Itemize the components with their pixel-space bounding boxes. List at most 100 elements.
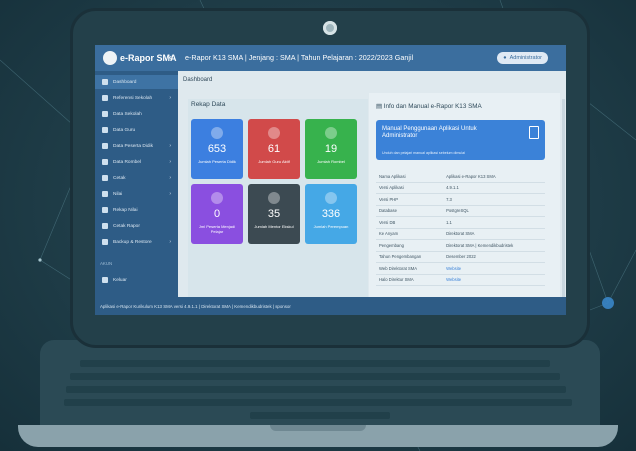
keyboard-row (70, 373, 560, 380)
document-icon (529, 126, 539, 139)
sidebar-item-guru[interactable]: Data Guru (95, 123, 178, 137)
footer-text: Aplikasi e-Rapor Kurikulum K13 SMA versi… (100, 303, 291, 309)
sidebar-item-sekolah[interactable]: Data Sekolah (95, 107, 178, 121)
sidebar-item-label: Data Rombel (113, 159, 141, 165)
laptop-screen: e-Rapor SMA ‹ e-Rapor K13 SMA | Jenjang … (95, 45, 566, 315)
tut-wuri-logo-icon (103, 51, 117, 65)
chevron-right-icon: › (169, 95, 171, 101)
sidebar-item-backup[interactable]: Backup & Restore › (95, 235, 178, 249)
chevron-left-icon[interactable]: ‹ (169, 52, 172, 62)
app-title: e-Rapor K13 SMA | Jenjang : SMA | Tahun … (185, 53, 414, 62)
table-icon (325, 127, 337, 139)
table-icon (102, 159, 108, 165)
sidebar-item-cetak-rapor[interactable]: Cetak Rapor (95, 219, 178, 233)
sidebar-item-label: Cetak (113, 175, 126, 181)
stat-value: 61 (267, 143, 281, 155)
chevron-right-icon: › (169, 159, 171, 165)
logout-icon (102, 277, 108, 283)
app-info-table: Nama Aplikasi Aplikasi e-Rapor K13 SMA Ve… (376, 171, 545, 286)
print-icon (102, 223, 108, 229)
webcam (323, 21, 337, 35)
user-label: Administrator (509, 55, 542, 61)
user-icon (102, 143, 108, 149)
stat-label: Jumlah Perempuan (313, 224, 349, 229)
row-key: Pengembang (376, 239, 444, 252)
website-link[interactable]: Website (443, 274, 545, 286)
sidebar-item-label: Rekap Nilai (113, 207, 138, 213)
sidebar-item-label: Data Peserta Didik (113, 143, 153, 149)
user-icon (211, 192, 223, 204)
sidebar-item-rombel[interactable]: Data Rombel › (95, 155, 178, 169)
manual-title: Manual Penggunaan Aplikasi Untuk Adminis… (382, 126, 477, 139)
user-icon (268, 192, 280, 204)
users-icon (102, 127, 108, 133)
print-icon (102, 175, 108, 181)
stat-card-peserta-didik[interactable]: 653 Jumlah Peserta Didik (191, 119, 243, 179)
stat-label: Jumlah Peserta Didik (198, 159, 236, 164)
sidebar: Dashboard Referensi Sekolah › Data Sekol… (95, 71, 178, 297)
panel-title-text: Info dan Manual e-Rapor K13 SMA (383, 103, 482, 110)
database-icon (102, 239, 108, 245)
chevron-right-icon: › (169, 143, 171, 149)
sidebar-item-label: Nilai (113, 191, 123, 197)
row-value: 7.3 (443, 193, 545, 206)
laptop-keyboard (40, 340, 600, 428)
stat-card-rombel[interactable]: 19 Jumlah Rombel (305, 119, 357, 179)
app-logo[interactable]: e-Rapor SMA (103, 51, 177, 65)
row-key: Ke Anyam (376, 228, 444, 240)
table-row: Versi Aplikasi 4.9.1.1 (376, 182, 545, 194)
table-row: Halo Direktur SMA Website (376, 274, 545, 286)
info-manual-panel: ▤ Info dan Manual e-Rapor K13 SMA Manual… (369, 93, 560, 297)
stat-card-pelajar[interactable]: 0 Jml Peserta Menjadi Pelajar (191, 184, 243, 244)
table-row: Nama Aplikasi Aplikasi e-Rapor K13 SMA (376, 171, 545, 183)
stat-value: 35 (267, 208, 281, 220)
sidebar-item-referensi[interactable]: Referensi Sekolah › (95, 91, 178, 105)
footer: Aplikasi e-Rapor Kurikulum K13 SMA versi… (95, 297, 566, 315)
panel-title: ▤ Info dan Manual e-Rapor K13 SMA (376, 103, 482, 110)
stat-card-guru[interactable]: 61 Jumlah Guru Aktif (248, 119, 300, 179)
table-row: Versi PHP 7.3 (376, 193, 545, 206)
breadcrumb: Dashboard (183, 77, 213, 83)
user-icon (325, 192, 337, 204)
stat-label: Jumlah Guru Aktif (258, 159, 290, 164)
row-value: 4.9.1.1 (443, 182, 545, 194)
stat-card-perempuan[interactable]: 336 Jumlah Perempuan (305, 184, 357, 244)
sidebar-item-logout[interactable]: Keluar (95, 273, 178, 287)
website-link[interactable]: Website (443, 262, 545, 275)
sidebar-item-label: Referensi Sekolah (113, 95, 153, 101)
stat-label: Jumlah Mentor Ekskul (254, 224, 294, 229)
table-row: Versi DB 1.1 (376, 216, 545, 229)
scrollbar[interactable] (562, 99, 565, 315)
table-row: Pengembang Direktorat SMA | Kemendikbudri… (376, 239, 545, 252)
sidebar-item-nilai[interactable]: Nilai › (95, 187, 178, 201)
sidebar-section-label: AKUN (100, 261, 113, 266)
sidebar-item-dashboard[interactable]: Dashboard (95, 75, 178, 89)
sidebar-item-rekap-nilai[interactable]: Rekap Nilai (95, 203, 178, 217)
manual-description: Unduh dan pelajari manual aplikasi sebel… (382, 151, 465, 155)
keyboard-row (66, 386, 566, 393)
row-value: Desember 2022 (443, 251, 545, 263)
keyboard-row (80, 360, 550, 367)
table-row: Web Direktorat SMA Website (376, 262, 545, 275)
row-key: Web Direktorat SMA (376, 262, 444, 275)
row-key: Tahun Pengembangan (376, 251, 444, 263)
sidebar-item-label: Dashboard (113, 79, 137, 85)
stat-card-mentor-ekskul[interactable]: 35 Jumlah Mentor Ekskul (248, 184, 300, 244)
users-icon (211, 127, 223, 139)
row-value: 1.1 (443, 216, 545, 229)
chevron-right-icon: › (169, 239, 171, 245)
stat-label: Jumlah Rombel (317, 159, 345, 164)
rekap-data-panel: Rekap Data 653 Jumlah Peserta Didik 61 J… (188, 99, 368, 297)
sidebar-item-peserta-didik[interactable]: Data Peserta Didik › (95, 139, 178, 153)
star-icon (102, 191, 108, 197)
stat-value: 653 (207, 143, 227, 155)
row-value: PostgreSQL (443, 205, 545, 217)
laptop-notch (270, 425, 366, 431)
manual-download-card[interactable]: Manual Penggunaan Aplikasi Untuk Adminis… (376, 120, 545, 160)
sidebar-item-cetak[interactable]: Cetak › (95, 171, 178, 185)
user-menu-button[interactable]: ● Administrator (497, 52, 548, 64)
sidebar-item-label: Backup & Restore (113, 239, 152, 245)
row-key: Versi DB (376, 216, 444, 229)
spacebar (250, 412, 390, 419)
row-value: Aplikasi e-Rapor K13 SMA (443, 171, 545, 183)
